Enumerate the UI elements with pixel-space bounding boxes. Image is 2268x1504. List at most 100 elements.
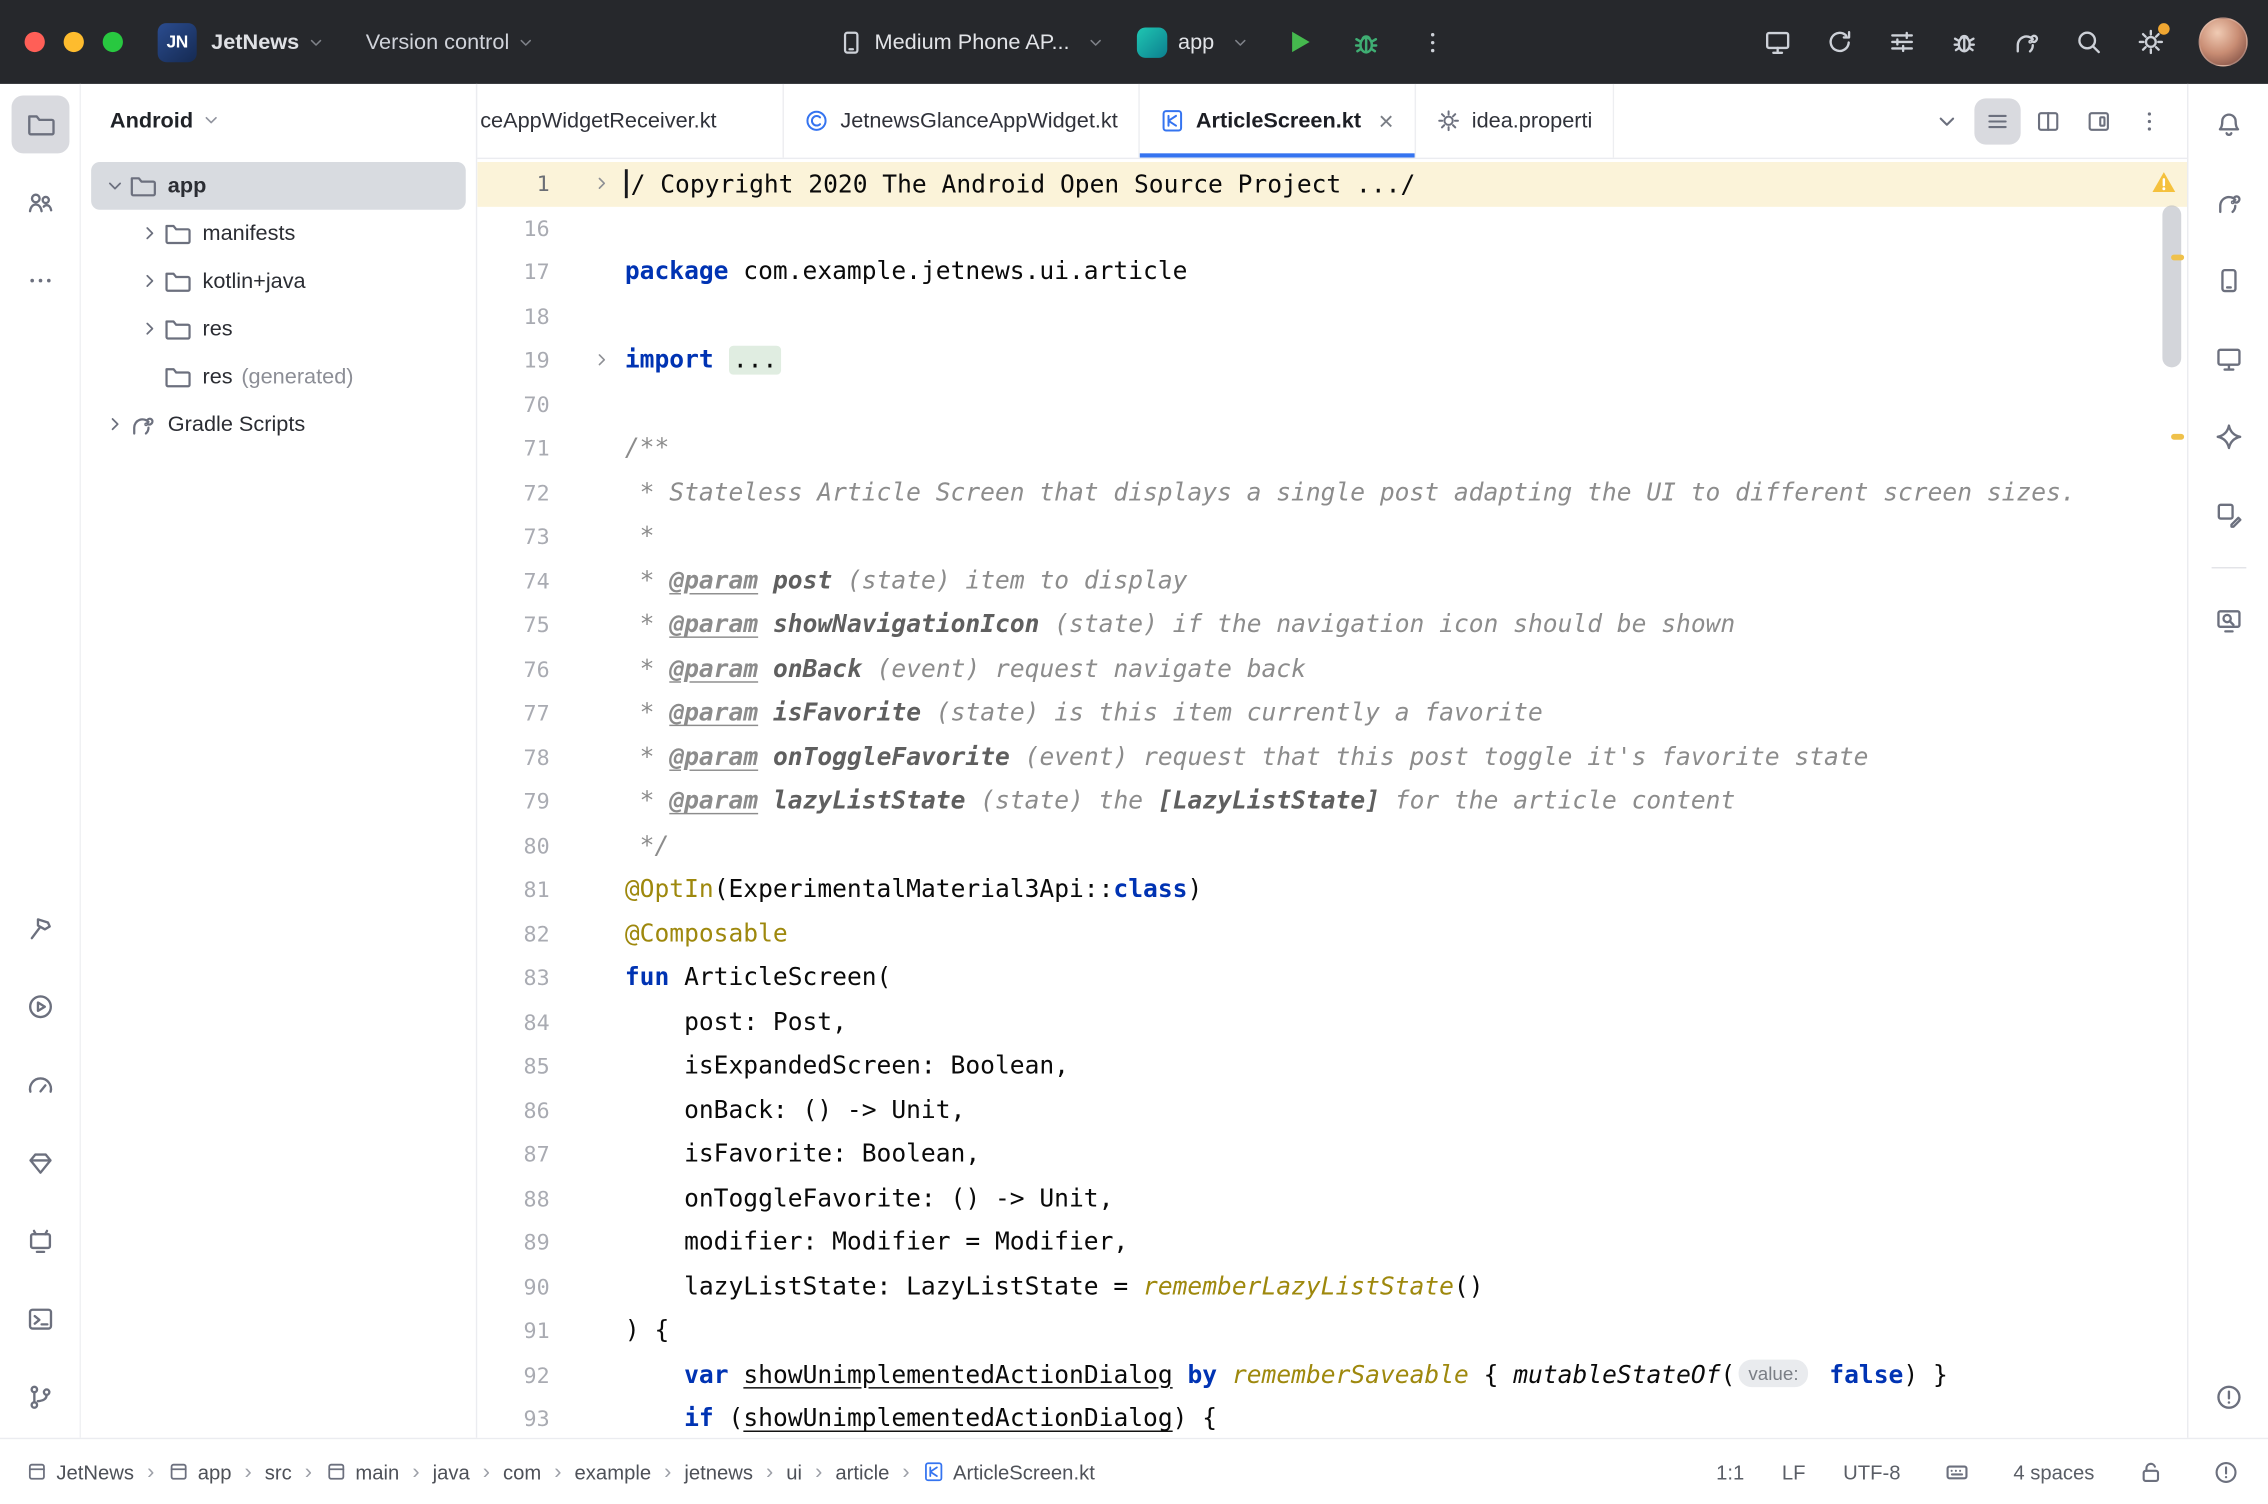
chevron-down-icon[interactable]: [100, 175, 129, 197]
device-selector[interactable]: Medium Phone AP...: [828, 28, 1114, 55]
layout-inspector-icon[interactable]: [2199, 486, 2257, 544]
version-control-icon[interactable]: [11, 1368, 69, 1426]
ide-error-icon[interactable]: [2207, 1453, 2245, 1491]
breadcrumb-item-app[interactable]: app: [167, 1460, 231, 1483]
running-devices-icon[interactable]: [2199, 330, 2257, 388]
search-everywhere-icon[interactable]: [2063, 16, 2115, 68]
settings-icon[interactable]: [2125, 16, 2177, 68]
profiler-icon[interactable]: [11, 1056, 69, 1114]
breadcrumb-item-main[interactable]: main: [325, 1460, 399, 1483]
app-links-assistant-icon[interactable]: [2199, 592, 2257, 650]
line-number[interactable]: 71: [477, 436, 549, 462]
vcs-menu[interactable]: Version control: [366, 30, 510, 55]
line-number[interactable]: 90: [477, 1274, 549, 1300]
breadcrumb-item-jetnews[interactable]: JetNews: [26, 1460, 134, 1483]
split-editor-icon[interactable]: [2025, 98, 2071, 144]
line-number[interactable]: 72: [477, 480, 549, 506]
line-number[interactable]: 74: [477, 568, 549, 594]
hidden-tabs-chevron-icon[interactable]: [1924, 98, 1970, 144]
more-run-options-button[interactable]: [1407, 16, 1459, 68]
line-number[interactable]: 81: [477, 877, 549, 903]
tree-item-manifests[interactable]: manifests: [91, 210, 466, 258]
gradle-icon[interactable]: [2199, 174, 2257, 232]
chevron-right-icon[interactable]: [100, 414, 129, 436]
build-icon[interactable]: [11, 900, 69, 958]
line-number[interactable]: 91: [477, 1318, 549, 1344]
line-number[interactable]: 16: [477, 215, 549, 241]
editor-tab-jetnewsglanceappwidget-kt[interactable]: JetnewsGlanceAppWidget.kt: [784, 84, 1139, 158]
project-icon[interactable]: [11, 95, 69, 153]
line-number[interactable]: 89: [477, 1230, 549, 1256]
more-icon[interactable]: [11, 252, 69, 310]
chevron-right-icon[interactable]: [135, 223, 164, 245]
tree-item-app[interactable]: app: [91, 162, 466, 210]
line-number[interactable]: 92: [477, 1362, 549, 1388]
debug-button[interactable]: [1340, 16, 1392, 68]
run-configuration-selector[interactable]: app: [1129, 27, 1259, 57]
code-editor[interactable]: 1/ Copyright 2020 The Android Open Sourc…: [477, 159, 2187, 1438]
line-number[interactable]: 84: [477, 1009, 549, 1035]
line-number[interactable]: 19: [477, 348, 549, 374]
run-button[interactable]: [1274, 16, 1326, 68]
tree-item-kotlin-java[interactable]: kotlin+java: [91, 257, 466, 305]
fold-arrow-icon[interactable]: [550, 174, 625, 194]
tree-item-gradle-scripts[interactable]: Gradle Scripts: [91, 401, 466, 449]
chevron-right-icon[interactable]: [135, 270, 164, 292]
editor-tab-ceappwidgetreceiver-kt[interactable]: ceAppWidgetReceiver.kt: [477, 84, 784, 158]
line-number[interactable]: 86: [477, 1097, 549, 1123]
build-menu-icon[interactable]: [1876, 16, 1928, 68]
project-panel-header[interactable]: Android: [81, 84, 476, 156]
breadcrumb-item-com[interactable]: com: [503, 1460, 541, 1483]
line-number[interactable]: 79: [477, 789, 549, 815]
gemini-icon[interactable]: [2199, 408, 2257, 466]
close-tab-icon[interactable]: ×: [1378, 108, 1393, 134]
line-number[interactable]: 75: [477, 612, 549, 638]
run-icon[interactable]: [11, 978, 69, 1036]
line-number[interactable]: 18: [477, 303, 549, 329]
notifications-icon[interactable]: [2199, 95, 2257, 153]
breadcrumb-item-article[interactable]: article: [835, 1460, 889, 1483]
line-number[interactable]: 87: [477, 1142, 549, 1168]
line-number[interactable]: 83: [477, 965, 549, 991]
editor-preview-icon[interactable]: [2076, 98, 2122, 144]
breadcrumb-item-src[interactable]: src: [265, 1460, 292, 1483]
editor-tab-articlescreen-kt[interactable]: ArticleScreen.kt×: [1139, 84, 1415, 158]
file-encoding[interactable]: UTF-8: [1843, 1460, 1900, 1483]
device-manager-icon[interactable]: [2199, 252, 2257, 310]
warning-stripe-mark[interactable]: [2171, 434, 2184, 440]
editor-scrollbar[interactable]: [2162, 205, 2181, 367]
attach-debugger-icon[interactable]: [1938, 16, 1990, 68]
line-number[interactable]: 73: [477, 524, 549, 550]
logcat-icon[interactable]: [11, 1212, 69, 1270]
line-number[interactable]: 85: [477, 1053, 549, 1079]
project-menu[interactable]: JetNews: [211, 30, 299, 55]
line-number[interactable]: 88: [477, 1186, 549, 1212]
chevron-right-icon[interactable]: [135, 318, 164, 340]
gradle-sync-icon[interactable]: [2000, 16, 2052, 68]
line-number[interactable]: 76: [477, 656, 549, 682]
breadcrumb-item-jetnews[interactable]: jetnews: [684, 1460, 753, 1483]
tree-item-res[interactable]: res(generated): [91, 353, 466, 401]
project-view-selector[interactable]: Android: [110, 108, 193, 133]
line-number[interactable]: 17: [477, 259, 549, 285]
line-number[interactable]: 82: [477, 921, 549, 947]
line-separator[interactable]: LF: [1782, 1460, 1806, 1483]
caret-position[interactable]: 1:1: [1716, 1460, 1744, 1483]
warning-stripe-mark[interactable]: [2171, 255, 2184, 261]
tab-list-icon[interactable]: [1974, 98, 2020, 144]
tree-item-res[interactable]: res: [91, 305, 466, 353]
device-streaming-icon[interactable]: [1752, 16, 1804, 68]
inspections-warning-icon[interactable]: [2151, 169, 2177, 195]
line-number[interactable]: 93: [477, 1406, 549, 1432]
user-avatar[interactable]: [2199, 17, 2248, 66]
window-close-button[interactable]: [25, 32, 45, 52]
breadcrumb-item-example[interactable]: example: [575, 1460, 652, 1483]
terminal-icon[interactable]: [11, 1290, 69, 1348]
folded-region[interactable]: ...: [729, 346, 782, 375]
file-lock-icon[interactable]: [2132, 1453, 2170, 1491]
breadcrumb-item-java[interactable]: java: [433, 1460, 470, 1483]
keyboard-icon[interactable]: [1938, 1453, 1976, 1491]
window-minimize-button[interactable]: [64, 32, 84, 52]
line-number[interactable]: 1: [477, 171, 549, 197]
fold-arrow-icon[interactable]: [550, 350, 625, 370]
